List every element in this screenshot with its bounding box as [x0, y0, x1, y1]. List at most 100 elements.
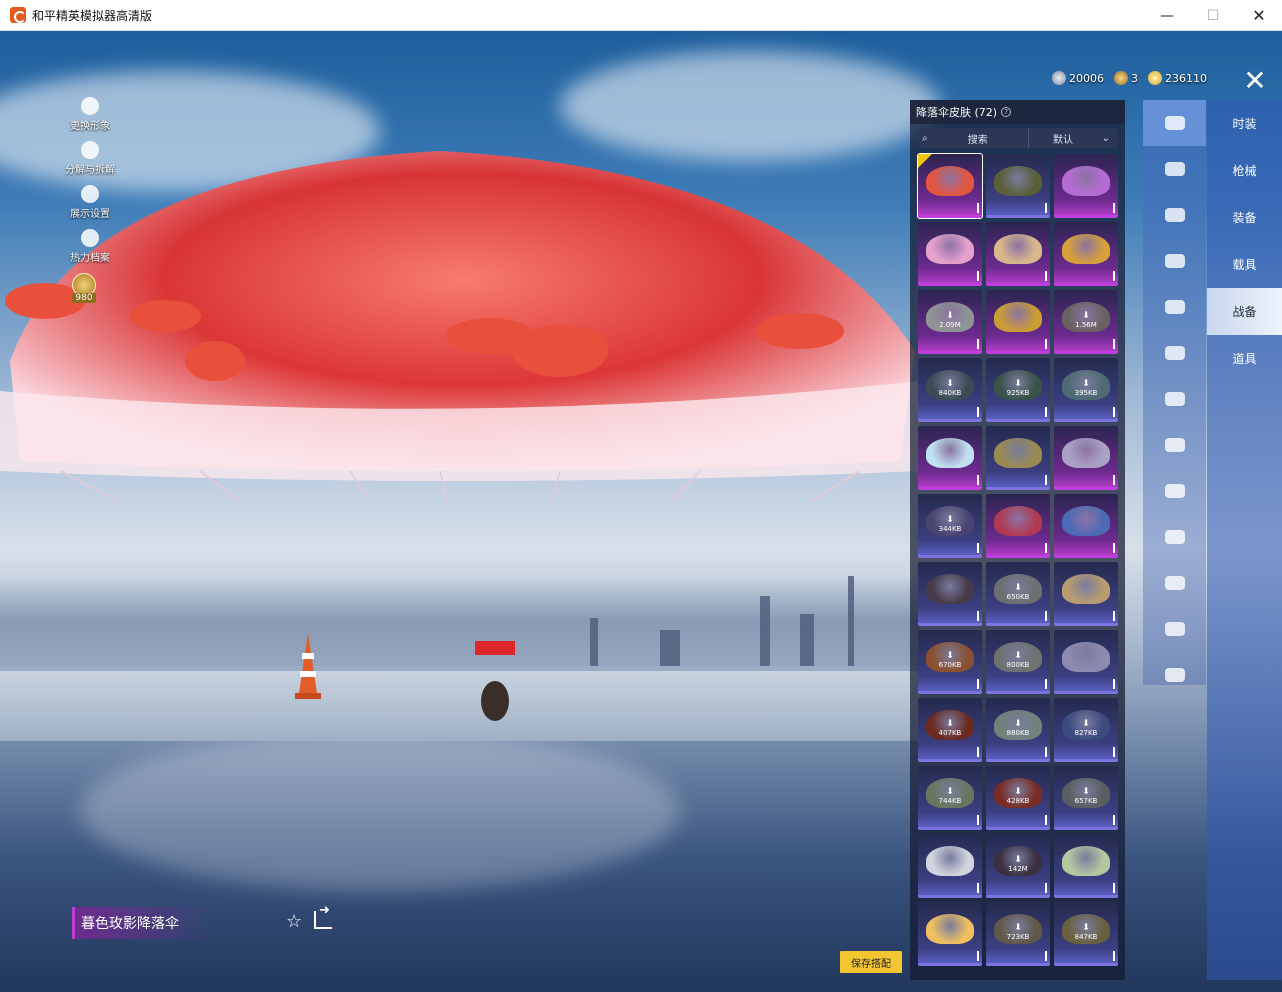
skin-slot[interactable] [1054, 834, 1118, 898]
quantity-marker [1045, 339, 1047, 349]
change-appearance-button[interactable]: 更换形象 [60, 97, 120, 132]
quantity-marker [1045, 951, 1047, 961]
skin-slot[interactable] [918, 222, 982, 286]
download-indicator: ⬇ 880KB [986, 719, 1050, 738]
skin-slot[interactable]: ⬇ 344KB [918, 494, 982, 558]
display-settings-button[interactable]: 展示设置 [60, 185, 120, 220]
skin-slot[interactable] [1054, 426, 1118, 490]
window-close-button[interactable]: ✕ [1236, 0, 1282, 31]
popularity-badge[interactable]: 980 [60, 273, 120, 303]
parachute-thumbnail [994, 234, 1042, 264]
download-size: 395KB [1074, 389, 1098, 397]
sparkle-wand-icon [1164, 622, 1185, 636]
skin-slot[interactable]: ⬇ 428KB [986, 766, 1050, 830]
badge-value: 980 [72, 293, 96, 303]
skyscraper [800, 614, 814, 666]
skin-slot[interactable]: ⬇ 650KB [986, 562, 1050, 626]
skin-slot[interactable]: ⬇ 800KB [986, 630, 1050, 694]
gold-token-icon [1114, 71, 1128, 85]
heat-archive-button[interactable]: 热力档案 [60, 229, 120, 264]
category-tab[interactable] [1143, 146, 1206, 192]
category-tab[interactable] [1143, 652, 1206, 698]
category-tab[interactable] [1143, 468, 1206, 514]
category-tab[interactable] [1143, 422, 1206, 468]
skin-slot[interactable] [1054, 494, 1118, 558]
save-outfit-button[interactable]: 保存搭配 [840, 951, 902, 973]
skin-slot[interactable] [986, 290, 1050, 354]
help-icon[interactable]: ? [1001, 107, 1012, 117]
skin-slot[interactable]: ⬇ 840KB [918, 358, 982, 422]
favorite-star-icon[interactable]: ☆ [286, 911, 302, 932]
parachute-thumbnail [1062, 642, 1110, 672]
skin-slot[interactable]: ⬇ 723KB [986, 902, 1050, 966]
category-tab[interactable] [1143, 560, 1206, 606]
skin-slot[interactable]: ⬇ 395KB [1054, 358, 1118, 422]
game-viewport: 更换形象 分解与拆解 展示设置 热力档案 980 20006 3 236110 … [0, 31, 1282, 992]
download-icon: ⬇ [946, 379, 954, 389]
skin-slot[interactable]: ⬇ 142M [986, 834, 1050, 898]
main-tab[interactable]: 道具 [1207, 335, 1282, 382]
skin-slot[interactable] [986, 154, 1050, 218]
category-tab[interactable] [1143, 376, 1206, 422]
skin-slot[interactable]: ⬇ 827KB [1054, 698, 1118, 762]
category-icon-column [1143, 100, 1206, 685]
close-wardrobe-button[interactable]: ✕ [1238, 67, 1272, 97]
main-tab[interactable]: 载具 [1207, 241, 1282, 288]
skin-slot[interactable]: ⬇ 925KB [986, 358, 1050, 422]
maximize-button[interactable]: ☐ [1190, 0, 1236, 31]
decompose-button[interactable]: 分解与拆解 [60, 141, 120, 176]
quantity-marker [977, 883, 979, 893]
parachute-thumbnail [994, 302, 1042, 332]
skin-slot[interactable] [986, 222, 1050, 286]
window-title: 和平精英模拟器高清版 [32, 8, 153, 23]
category-tab[interactable] [1143, 284, 1206, 330]
sort-dropdown[interactable]: 默认 ⌄ [1028, 128, 1118, 148]
skyscraper [760, 596, 770, 666]
minimize-button[interactable]: — [1144, 0, 1190, 31]
quantity-marker [977, 407, 979, 417]
skin-slot[interactable]: ⬇ 880KB [986, 698, 1050, 762]
search-input[interactable]: ⌕ 搜索 [918, 128, 1028, 148]
skin-slot[interactable] [1054, 154, 1118, 218]
skin-slot[interactable] [1054, 562, 1118, 626]
main-tab[interactable]: 时装 [1207, 100, 1282, 147]
category-tab[interactable] [1143, 514, 1206, 560]
skin-slot[interactable]: ⬇ 847KB [1054, 902, 1118, 966]
skin-slot[interactable] [1054, 630, 1118, 694]
download-size: 880KB [1006, 729, 1030, 737]
quantity-marker [1045, 611, 1047, 621]
category-tab[interactable] [1143, 330, 1206, 376]
skin-slot[interactable] [918, 562, 982, 626]
skin-slot[interactable] [986, 494, 1050, 558]
category-tab[interactable] [1143, 238, 1206, 284]
category-tab[interactable] [1143, 192, 1206, 238]
skin-slot[interactable]: ⬇ 407KB [918, 698, 982, 762]
main-tab[interactable]: 战备 [1207, 288, 1282, 335]
skin-slot[interactable]: ⬇ 1.56M [1054, 290, 1118, 354]
share-icon[interactable] [314, 903, 332, 929]
quantity-marker [1113, 339, 1115, 349]
skin-grid: ⬇ 2.09M ⬇ 1.56M ⬇ 840KB ⬇ 925KB ⬇ 395KB ⬇ 344KB ⬇ 650… [917, 153, 1120, 966]
skin-slot[interactable] [1054, 222, 1118, 286]
parachute-thumbnail [926, 574, 974, 604]
skin-slot[interactable] [918, 902, 982, 966]
emote-face-icon [1164, 300, 1185, 314]
skin-slot[interactable] [986, 426, 1050, 490]
download-size: 847KB [1074, 933, 1098, 941]
category-tab[interactable] [1143, 606, 1206, 652]
download-icon: ⬇ [1014, 719, 1022, 729]
download-size: 800KB [1006, 661, 1030, 669]
silver-coin-icon [1052, 71, 1066, 85]
main-tab[interactable]: 装备 [1207, 194, 1282, 241]
skin-slot[interactable] [918, 426, 982, 490]
category-tab[interactable] [1143, 100, 1206, 146]
skin-slot[interactable]: ⬇ 744KB [918, 766, 982, 830]
skin-slot[interactable] [918, 834, 982, 898]
main-tab[interactable]: 枪械 [1207, 147, 1282, 194]
skin-slot[interactable] [917, 153, 983, 219]
skin-slot[interactable]: ⬇ 670KB [918, 630, 982, 694]
parachute-thumbnail [1062, 506, 1110, 536]
skin-slot[interactable]: ⬇ 657KB [1054, 766, 1118, 830]
skin-slot[interactable]: ⬇ 2.09M [918, 290, 982, 354]
download-indicator: ⬇ 670KB [918, 652, 982, 670]
